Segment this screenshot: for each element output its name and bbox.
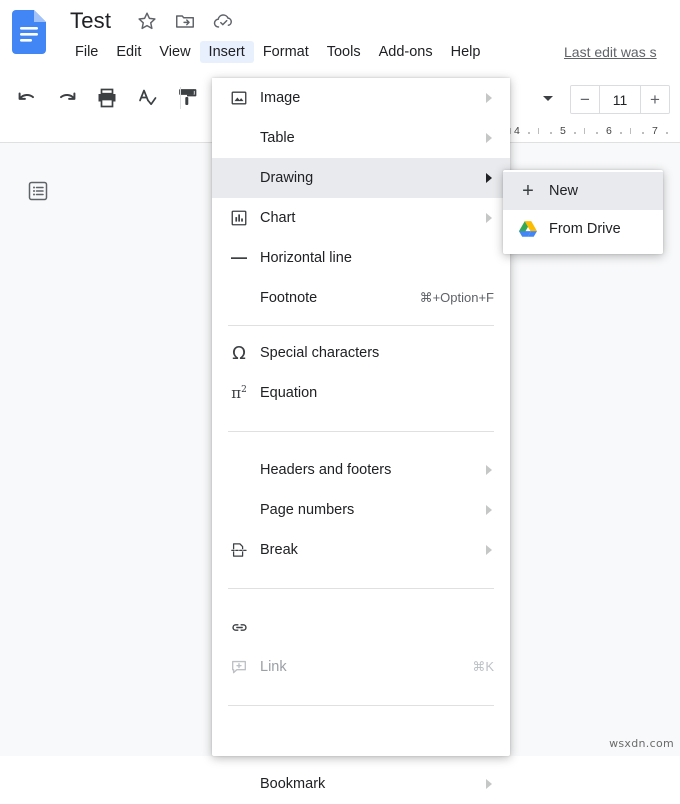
google-docs-logo-icon — [12, 10, 46, 54]
menu-divider — [228, 705, 494, 706]
ruler-label-6: 6 — [606, 125, 612, 137]
menu-item-break[interactable]: Break — [212, 530, 510, 570]
redo-icon[interactable] — [54, 85, 80, 111]
menu-edit[interactable]: Edit — [107, 41, 150, 63]
plus-icon: + — [522, 180, 534, 202]
submenu-item-from-drive[interactable]: From Drive — [503, 210, 663, 248]
google-drive-icon — [517, 218, 539, 240]
ruler-label-5: 5 — [560, 125, 566, 137]
menu-item-shortcut: ⌘+Option+F — [419, 290, 494, 305]
menu-item-shortcut: ⌘K — [472, 659, 494, 674]
menu-item-label: Special characters — [260, 345, 380, 361]
break-icon — [228, 539, 250, 561]
chevron-right-icon — [486, 133, 492, 143]
menu-item-label: Bookmark — [260, 776, 326, 792]
menu-help[interactable]: Help — [442, 41, 490, 63]
font-size-stepper: − 11 + — [570, 85, 670, 114]
ruler-label-4: 4 — [514, 125, 520, 137]
app-header: Test File Edit View Insert Format Tools … — [0, 0, 680, 75]
toolbar-icon-group — [14, 85, 200, 111]
header-icon-group — [136, 10, 234, 32]
move-to-folder-icon[interactable] — [174, 10, 196, 32]
chevron-right-icon — [486, 505, 492, 515]
spelling-check-icon[interactable] — [134, 85, 160, 111]
last-edit-status[interactable]: Last edit was s — [564, 44, 657, 60]
menu-insert[interactable]: Insert — [199, 41, 254, 63]
menu-item-label: Chart — [260, 210, 296, 226]
ruler-ticks: 4 5 6 7 — [500, 122, 680, 142]
menu-item-label: Equation — [260, 385, 318, 401]
image-icon — [228, 87, 250, 109]
submenu-item-new[interactable]: + New — [503, 172, 663, 210]
menu-item-chart[interactable]: Chart — [212, 198, 510, 238]
menu-format[interactable]: Format — [254, 41, 318, 63]
menu-item-label: Drawing — [260, 170, 314, 186]
menu-tools[interactable]: Tools — [318, 41, 370, 63]
omega-icon: Ω — [232, 342, 246, 364]
chevron-right-icon — [486, 465, 492, 475]
menu-item-label: Break — [260, 542, 298, 558]
chevron-right-icon — [486, 173, 492, 183]
menu-item-table-of-contents[interactable]: Bookmark — [212, 764, 510, 804]
menu-item-page-numbers[interactable]: Page numbers — [212, 490, 510, 530]
print-icon[interactable] — [94, 85, 120, 111]
menu-item-horizontal-line[interactable]: Horizontal line — [212, 238, 510, 278]
comment-icon — [228, 656, 250, 678]
document-title[interactable]: Test — [70, 8, 111, 34]
menu-item-bookmark[interactable] — [212, 724, 510, 764]
menu-item-label: Link — [260, 659, 287, 675]
chevron-right-icon — [486, 213, 492, 223]
chevron-right-icon — [486, 545, 492, 555]
menu-item-table[interactable]: Table — [212, 118, 510, 158]
font-size-decrease-button[interactable]: − — [571, 86, 599, 113]
drawing-submenu-panel: + New From Drive — [503, 170, 663, 254]
menu-bar: File Edit View Insert Format Tools Add-o… — [66, 41, 489, 63]
font-size-increase-button[interactable]: + — [641, 86, 669, 113]
submenu-item-label: New — [549, 183, 579, 199]
menu-item-label: Image — [260, 90, 301, 106]
menu-item-image[interactable]: Image — [212, 78, 510, 118]
menu-view[interactable]: View — [150, 41, 199, 63]
submenu-item-label: From Drive — [549, 221, 621, 237]
menu-file[interactable]: File — [66, 41, 107, 63]
menu-item-link[interactable] — [212, 607, 510, 647]
menu-item-comment: Link ⌘K — [212, 647, 510, 687]
menu-item-label: Horizontal line — [260, 250, 352, 266]
font-size-value[interactable]: 11 — [599, 86, 641, 113]
document-outline-icon[interactable] — [26, 179, 50, 203]
menu-item-equation[interactable]: π2 Equation — [212, 373, 510, 413]
menu-item-label: Table — [260, 130, 295, 146]
chevron-right-icon — [486, 779, 492, 789]
site-watermark: wsxdn.com — [609, 737, 674, 750]
undo-icon[interactable] — [14, 85, 40, 111]
star-icon[interactable] — [136, 10, 158, 32]
menu-divider — [228, 431, 494, 432]
cloud-saved-icon[interactable] — [212, 10, 234, 32]
menu-item-headers-and-footers[interactable]: Headers and footers — [212, 450, 510, 490]
menu-divider — [228, 325, 494, 326]
ruler-label-7: 7 — [652, 125, 658, 137]
menu-item-footnote[interactable]: Footnote ⌘+Option+F — [212, 278, 510, 318]
chevron-right-icon — [486, 93, 492, 103]
menu-add-ons[interactable]: Add-ons — [370, 41, 442, 63]
menu-item-special-characters[interactable]: Ω Special characters — [212, 333, 510, 373]
menu-item-drawing[interactable]: Drawing — [212, 158, 510, 198]
menu-item-label: Page numbers — [260, 502, 355, 518]
chevron-down-icon[interactable] — [538, 88, 558, 108]
insert-menu-panel: Image Table Drawing Chart Horizontal lin… — [212, 78, 510, 792]
menu-divider — [228, 588, 494, 589]
chart-icon — [228, 207, 250, 229]
menu-item-label: Headers and footers — [260, 462, 392, 478]
toolbar-divider — [180, 87, 181, 109]
menu-item-label: Footnote — [260, 290, 318, 306]
horizontal-line-icon — [228, 247, 250, 269]
link-icon — [228, 616, 250, 638]
equation-icon: π2 — [231, 384, 247, 402]
paint-format-icon[interactable] — [174, 85, 200, 111]
